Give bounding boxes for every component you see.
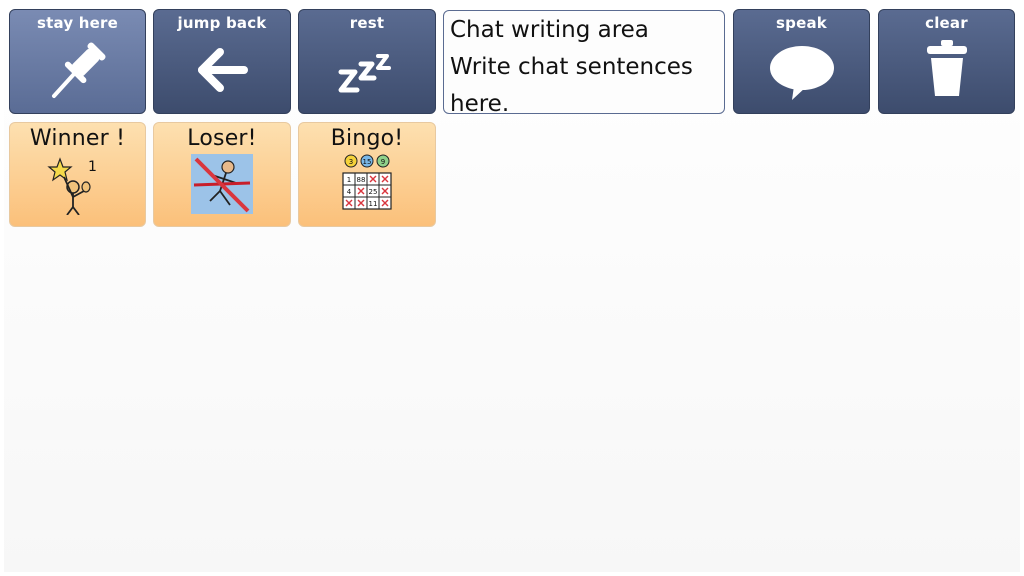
speak-button[interactable]: speak	[733, 9, 870, 114]
winner-cell[interactable]: Winner ! 1	[9, 122, 146, 227]
winner-number: 1	[88, 159, 97, 175]
rest-button[interactable]: rest	[298, 9, 436, 114]
chat-line-2: Write chat sentences	[450, 54, 693, 80]
bingo-cell[interactable]: Bingo! 3 15 9 1 88 4 25 11	[298, 122, 436, 227]
bingo-card-cell: 11	[369, 200, 378, 208]
arrow-left-icon	[198, 48, 248, 92]
chat-line-3: here.	[450, 91, 510, 114]
speak-label: speak	[776, 14, 827, 32]
bingo-label: Bingo!	[330, 126, 404, 151]
sleep-zzz-icon	[338, 54, 391, 93]
bingo-card-cell: 1	[347, 176, 351, 184]
loser-icon	[191, 154, 253, 214]
bingo-card-cell: 88	[357, 176, 366, 184]
stay-here-label: stay here	[37, 14, 118, 32]
loser-cell[interactable]: Loser!	[153, 122, 291, 227]
chat-line-1: Chat writing area	[450, 17, 649, 43]
rest-label: rest	[349, 14, 385, 32]
winner-label: Winner !	[29, 126, 126, 151]
clear-label: clear	[925, 14, 968, 32]
bingo-card-cell: 25	[369, 188, 378, 196]
jump-back-button[interactable]: jump back	[153, 9, 291, 114]
loser-label: Loser!	[187, 126, 257, 151]
speech-bubble-icon	[769, 46, 834, 100]
bingo-ball-1: 3	[349, 158, 353, 166]
stay-here-button[interactable]: stay here	[9, 9, 146, 114]
clear-button[interactable]: clear	[878, 9, 1015, 114]
pushpin-icon	[51, 42, 106, 98]
jump-back-label: jump back	[177, 14, 267, 32]
trash-icon	[926, 40, 967, 96]
bingo-ball-3: 9	[381, 158, 385, 166]
winner-star-icon: 1	[46, 157, 97, 215]
bingo-card-icon: 3 15 9 1 88 4 25 11	[342, 154, 392, 210]
chat-writing-area[interactable]: Chat writing area Write chat sentences h…	[443, 10, 725, 114]
bingo-ball-2: 15	[363, 158, 372, 166]
bingo-card-cell: 4	[347, 188, 352, 196]
